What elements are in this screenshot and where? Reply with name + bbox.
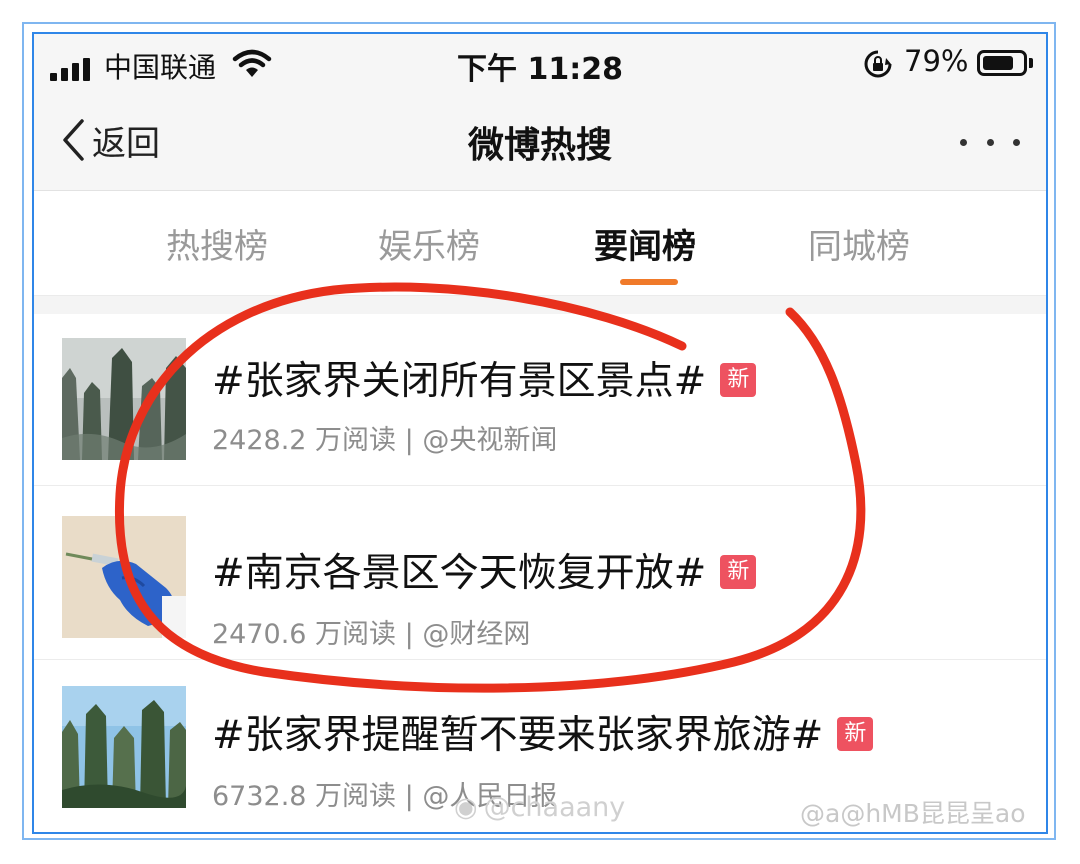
headline: #张家界提醒暂不要来张家界旅游# 新: [212, 704, 874, 760]
thumbnail-vaccine: [62, 516, 186, 638]
watermark: @a@hMB昆昆呈ao: [800, 799, 1026, 828]
watermark-text: @chaaany: [483, 792, 626, 823]
tab-bar: 热搜榜 娱乐榜 要闻榜 同城榜: [34, 191, 1046, 296]
tab-news[interactable]: 要闻榜: [594, 219, 696, 268]
headline-text: #张家界关闭所有景区景点#: [212, 359, 707, 404]
weibo-watermark: ◉ @chaaany: [454, 792, 625, 823]
headline-text: #张家界提醒暂不要来张家界旅游#: [212, 713, 824, 758]
new-badge: 新: [720, 362, 757, 397]
headline-text: #南京各景区今天恢复开放#: [212, 551, 707, 596]
item-meta: 2470.6 万阅读 | @财经网: [212, 619, 531, 650]
new-badge: 新: [720, 554, 757, 589]
tab-local[interactable]: 同城榜: [808, 219, 910, 268]
more-icon[interactable]: [960, 122, 1020, 162]
tab-entertainment[interactable]: 娱乐榜: [378, 219, 480, 268]
status-bar: 中国联通 下午 11:28 79%: [34, 34, 1046, 92]
new-badge: 新: [837, 716, 874, 751]
active-tab-indicator: [620, 279, 678, 285]
status-time: 下午 11:28: [457, 52, 623, 87]
tab-hot-search[interactable]: 热搜榜: [166, 219, 268, 268]
thumbnail-mountains: [62, 686, 186, 808]
list-item[interactable]: #张家界关闭所有景区景点# 新 2428.2 万阅读 | @央视新闻: [34, 314, 1046, 484]
section-gap: [34, 296, 1046, 314]
item-meta: 2428.2 万阅读 | @央视新闻: [212, 425, 558, 456]
page-title: 微博热搜: [467, 125, 612, 166]
navigation-bar: 返回 微博热搜: [34, 92, 1046, 191]
back-button[interactable]: 返回: [60, 112, 160, 168]
battery-tip: [1029, 58, 1033, 68]
battery-percent: 79%: [904, 44, 969, 78]
headline: #张家界关闭所有景区景点# 新: [212, 350, 757, 406]
rotation-lock-icon: [864, 50, 892, 78]
battery-icon: [977, 50, 1027, 76]
phone-screen: 中国联通 下午 11:28 79% 返回 微博热搜 热搜榜 娱乐榜 要闻榜 同城…: [32, 32, 1048, 834]
headline: #南京各景区今天恢复开放# 新: [212, 542, 757, 598]
back-label: 返回: [92, 123, 160, 164]
list-item[interactable]: #南京各景区今天恢复开放# 新 2470.6 万阅读 | @财经网: [34, 486, 1046, 658]
thumbnail-mountains: [62, 338, 186, 460]
chevron-left-icon: [63, 119, 84, 161]
weibo-logo-icon: ◉: [454, 792, 478, 823]
